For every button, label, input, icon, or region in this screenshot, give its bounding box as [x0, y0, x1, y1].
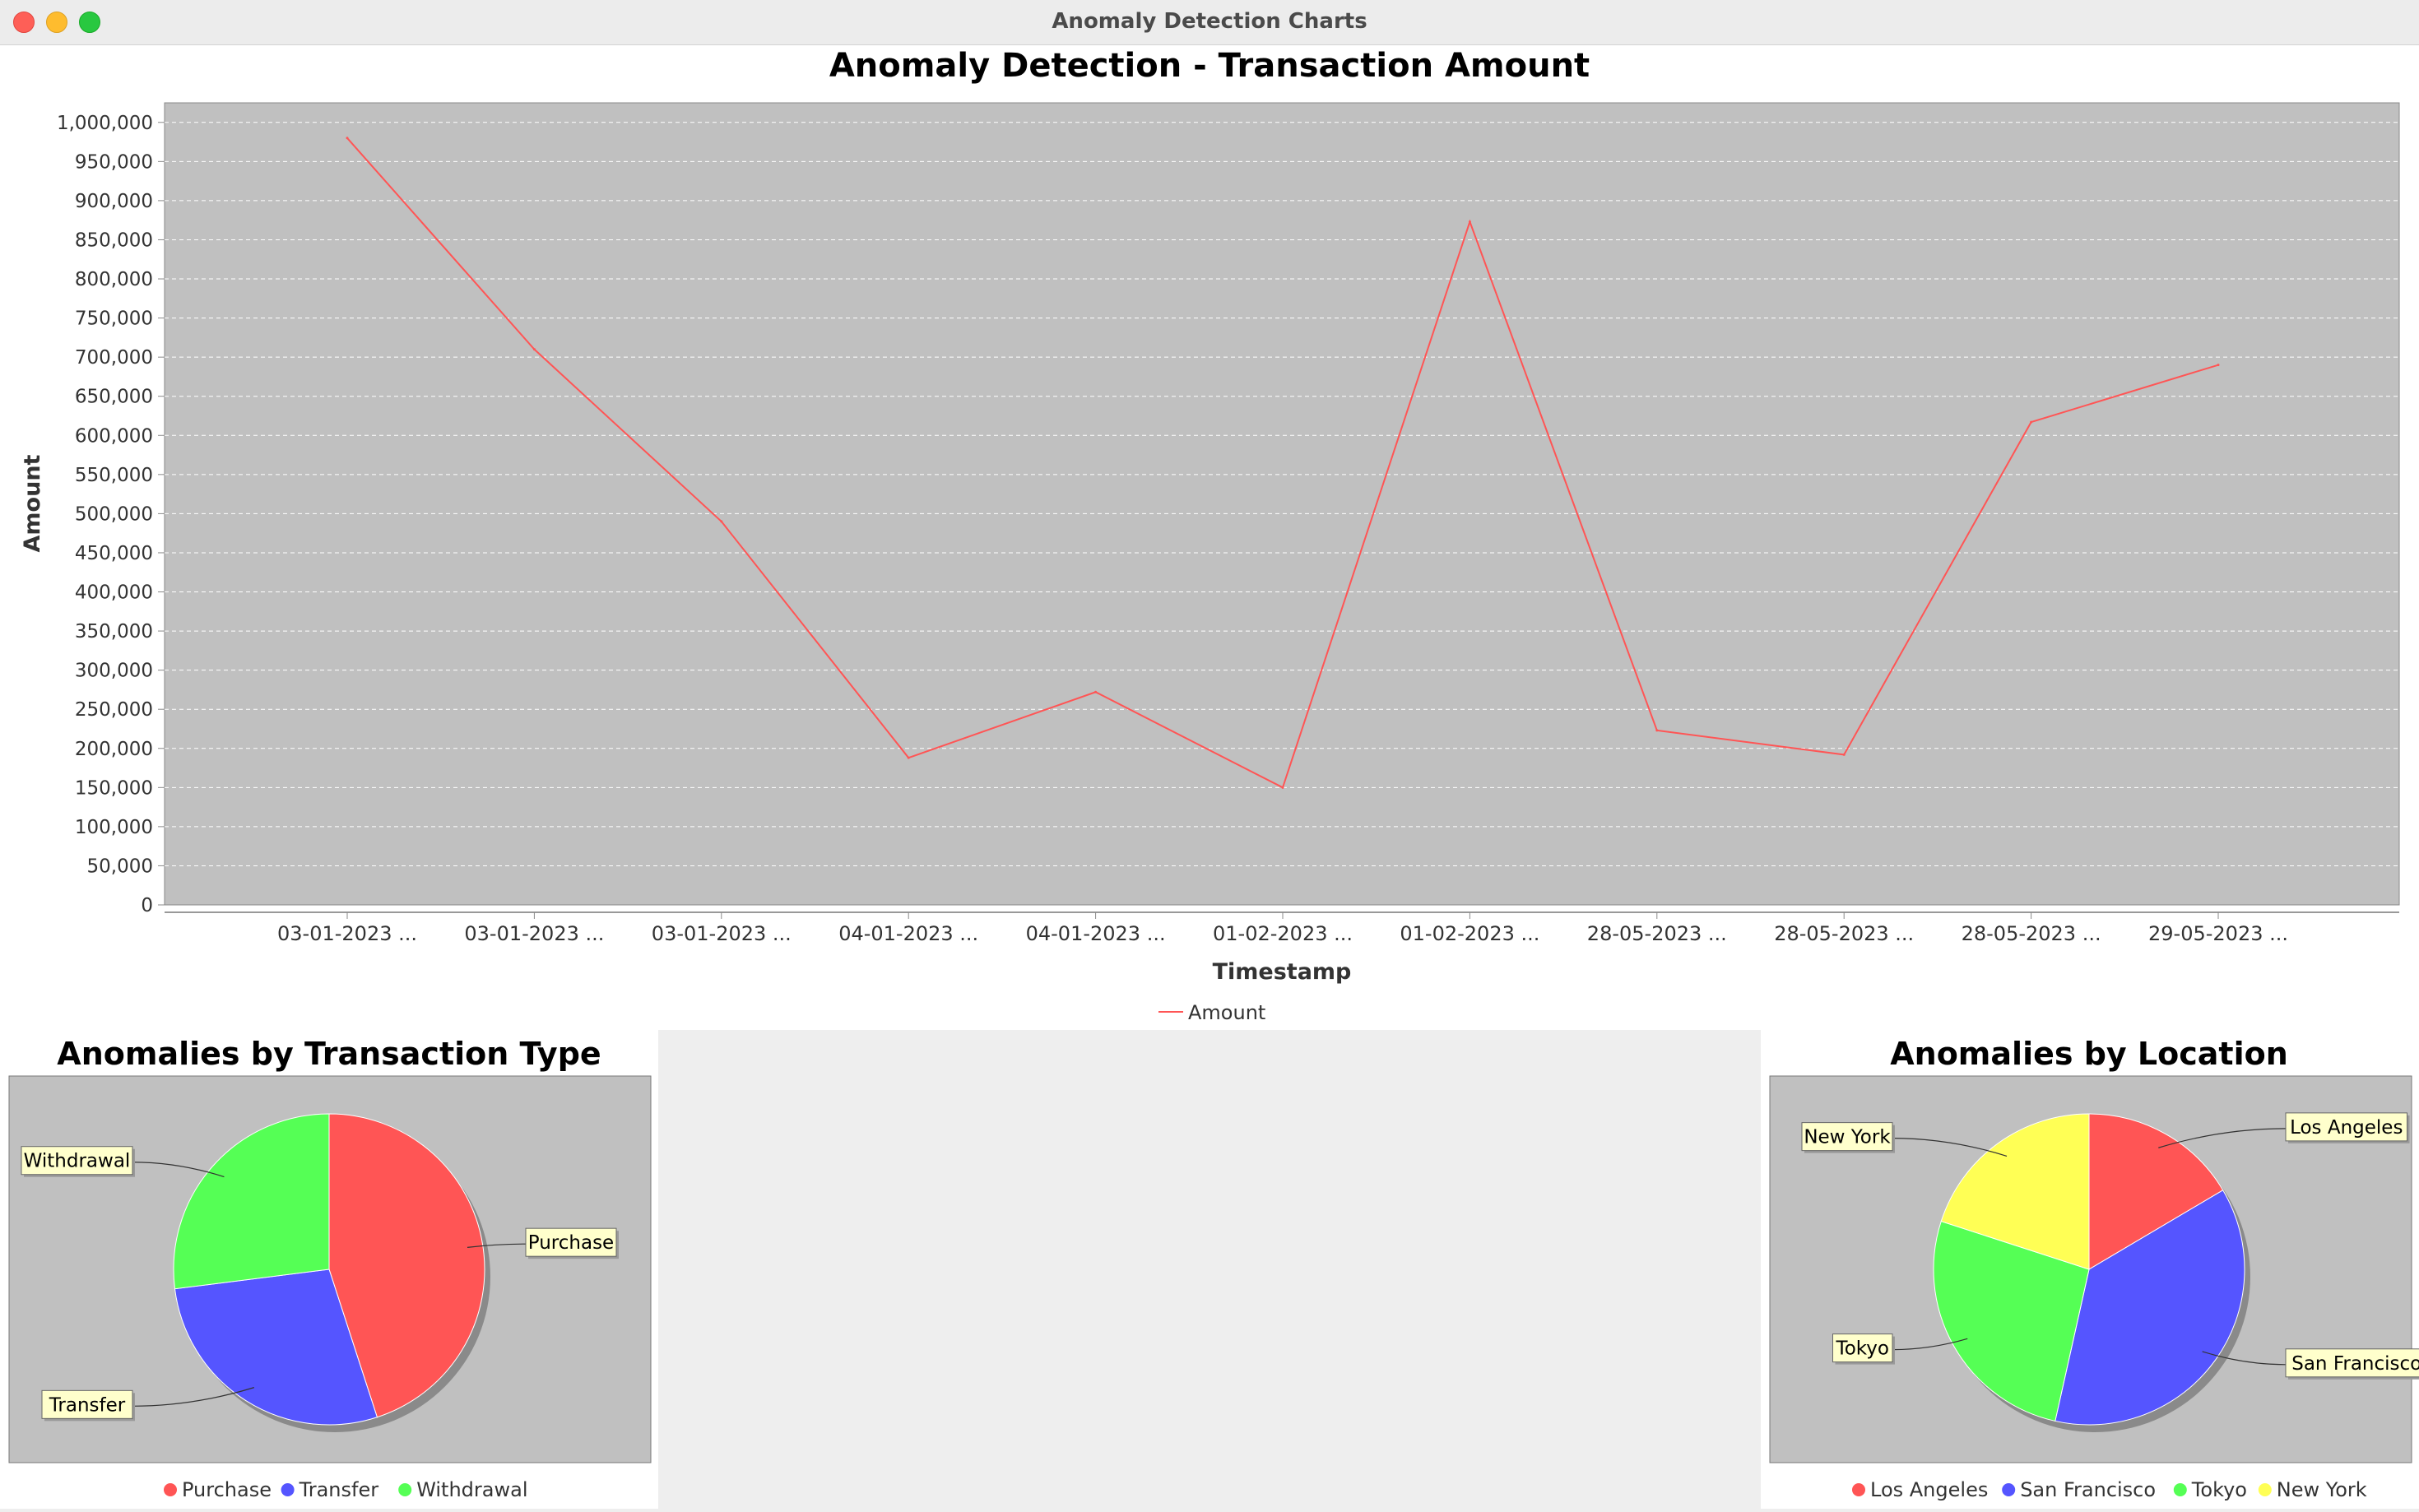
window-titlebar: Anomaly Detection Charts [0, 0, 2419, 45]
data-point [1281, 786, 1284, 789]
legend-label: Los Angeles [1870, 1478, 1988, 1501]
legend-label: Transfer [299, 1478, 379, 1501]
legend-label: New York [2277, 1478, 2367, 1501]
y-axis-label: Amount [20, 454, 45, 552]
x-tick-label: 03-01-2023 ... [464, 922, 604, 945]
y-tick-label: 250,000 [75, 699, 153, 721]
data-point [346, 137, 349, 140]
location-pie-chart: Anomalies by Location Los Angeles San Fra… [1769, 1036, 2419, 1501]
data-point [1842, 753, 1846, 756]
legend-label: San Francisco [2020, 1478, 2156, 1501]
y-tick-label: 350,000 [75, 621, 153, 642]
line-chart: Anomaly Detection - Transaction Amount 0… [20, 47, 2400, 1024]
x-tick-label: 03-01-2023 ... [277, 922, 417, 945]
pie-label-text: Withdrawal [24, 1151, 131, 1172]
y-tick-label: 600,000 [75, 425, 153, 447]
legend-swatch [164, 1483, 177, 1496]
y-tick-label: 0 [141, 895, 153, 916]
legend-swatch [281, 1483, 295, 1496]
pie-label-text: Transfer [49, 1394, 126, 1416]
pie-label-text: Los Angeles [2290, 1117, 2403, 1139]
data-point [532, 348, 536, 351]
pie-legend: Purchase Transfer Withdrawal [164, 1478, 528, 1501]
data-point [1468, 220, 1471, 224]
data-point [2030, 420, 2033, 424]
window-title: Anomaly Detection Charts [1052, 9, 1367, 34]
y-tick-label: 1,000,000 [57, 113, 153, 134]
x-tick-label: 01-02-2023 ... [1213, 922, 1353, 945]
y-tick-label: 850,000 [75, 230, 153, 251]
pie-title: Anomalies by Transaction Type [57, 1036, 601, 1072]
pie-label-text: New York [1804, 1127, 1891, 1148]
transaction-type-pie-chart: Anomalies by Transaction Type Purchase Tr… [8, 1036, 652, 1501]
y-tick-label: 400,000 [75, 582, 153, 604]
y-tick-label: 650,000 [75, 387, 153, 408]
pie-label-text: San Francisco [2291, 1353, 2419, 1375]
x-tick-label: 01-02-2023 ... [1400, 922, 1539, 945]
pie-label-text: Tokyo [1836, 1338, 1889, 1360]
data-point [907, 756, 910, 759]
legend-label: Withdrawal [416, 1478, 527, 1501]
y-tick-label: 100,000 [75, 817, 153, 838]
legend-swatch [2173, 1483, 2187, 1496]
data-point [1655, 729, 1659, 732]
x-tick-label: 28-05-2023 ... [1587, 922, 1727, 945]
legend-swatch [398, 1483, 412, 1496]
legend-swatch [2002, 1483, 2016, 1496]
chart-title: Anomaly Detection - Transaction Amount [829, 47, 1590, 85]
x-tick-labels: 03-01-2023 ... 03-01-2023 ... 03-01-2023 .… [277, 912, 2288, 945]
transaction-type-pie-panel: Anomalies by Transaction Type Purchase Tr… [0, 1030, 658, 1509]
legend-label: Purchase [182, 1478, 272, 1501]
y-tick-label: 200,000 [75, 739, 153, 760]
location-pie-panel: Anomalies by Location Los Angeles San Fra… [1761, 1030, 2419, 1509]
y-tick-label: 150,000 [75, 777, 153, 799]
legend-swatch [2258, 1483, 2272, 1496]
data-point [720, 520, 723, 523]
pie-title: Anomalies by Location [1890, 1036, 2288, 1072]
x-tick-label: 29-05-2023 ... [2148, 922, 2288, 945]
x-tick-label: 04-01-2023 ... [838, 922, 978, 945]
y-tick-label: 750,000 [75, 308, 153, 330]
data-point [1094, 690, 1098, 693]
y-tick-label: 700,000 [75, 347, 153, 369]
y-tick-label: 500,000 [75, 503, 153, 525]
y-tick-label: 950,000 [75, 151, 153, 173]
pie-legend: Los Angeles San Francisco Tokyo New York [1852, 1478, 2367, 1501]
line-chart-panel: Anomaly Detection - Transaction Amount 0… [0, 45, 2419, 1030]
legend-label: Tokyo [2191, 1478, 2247, 1501]
empty-panel [658, 1030, 1761, 1509]
plot-area [164, 102, 2400, 906]
x-axis-label: Timestamp [1213, 959, 1352, 985]
x-tick-label: 04-01-2023 ... [1026, 922, 1166, 945]
y-tick-label: 300,000 [75, 661, 153, 682]
legend-swatch [1852, 1483, 1865, 1496]
legend-amount-label: Amount [1188, 1001, 1265, 1024]
pie-label-text: Purchase [528, 1232, 614, 1254]
y-tick-label: 50,000 [87, 856, 153, 877]
data-point [2217, 364, 2220, 367]
y-tick-labels: 0 50,000 100,000 150,000 200,000 250,000 300,0… [57, 113, 165, 916]
y-tick-label: 550,000 [75, 465, 153, 486]
x-tick-label: 03-01-2023 ... [652, 922, 792, 945]
y-tick-label: 900,000 [75, 191, 153, 212]
x-tick-label: 28-05-2023 ... [1774, 922, 1914, 945]
y-tick-label: 800,000 [75, 269, 153, 290]
x-tick-label: 28-05-2023 ... [1962, 922, 2101, 945]
y-tick-label: 450,000 [75, 543, 153, 564]
